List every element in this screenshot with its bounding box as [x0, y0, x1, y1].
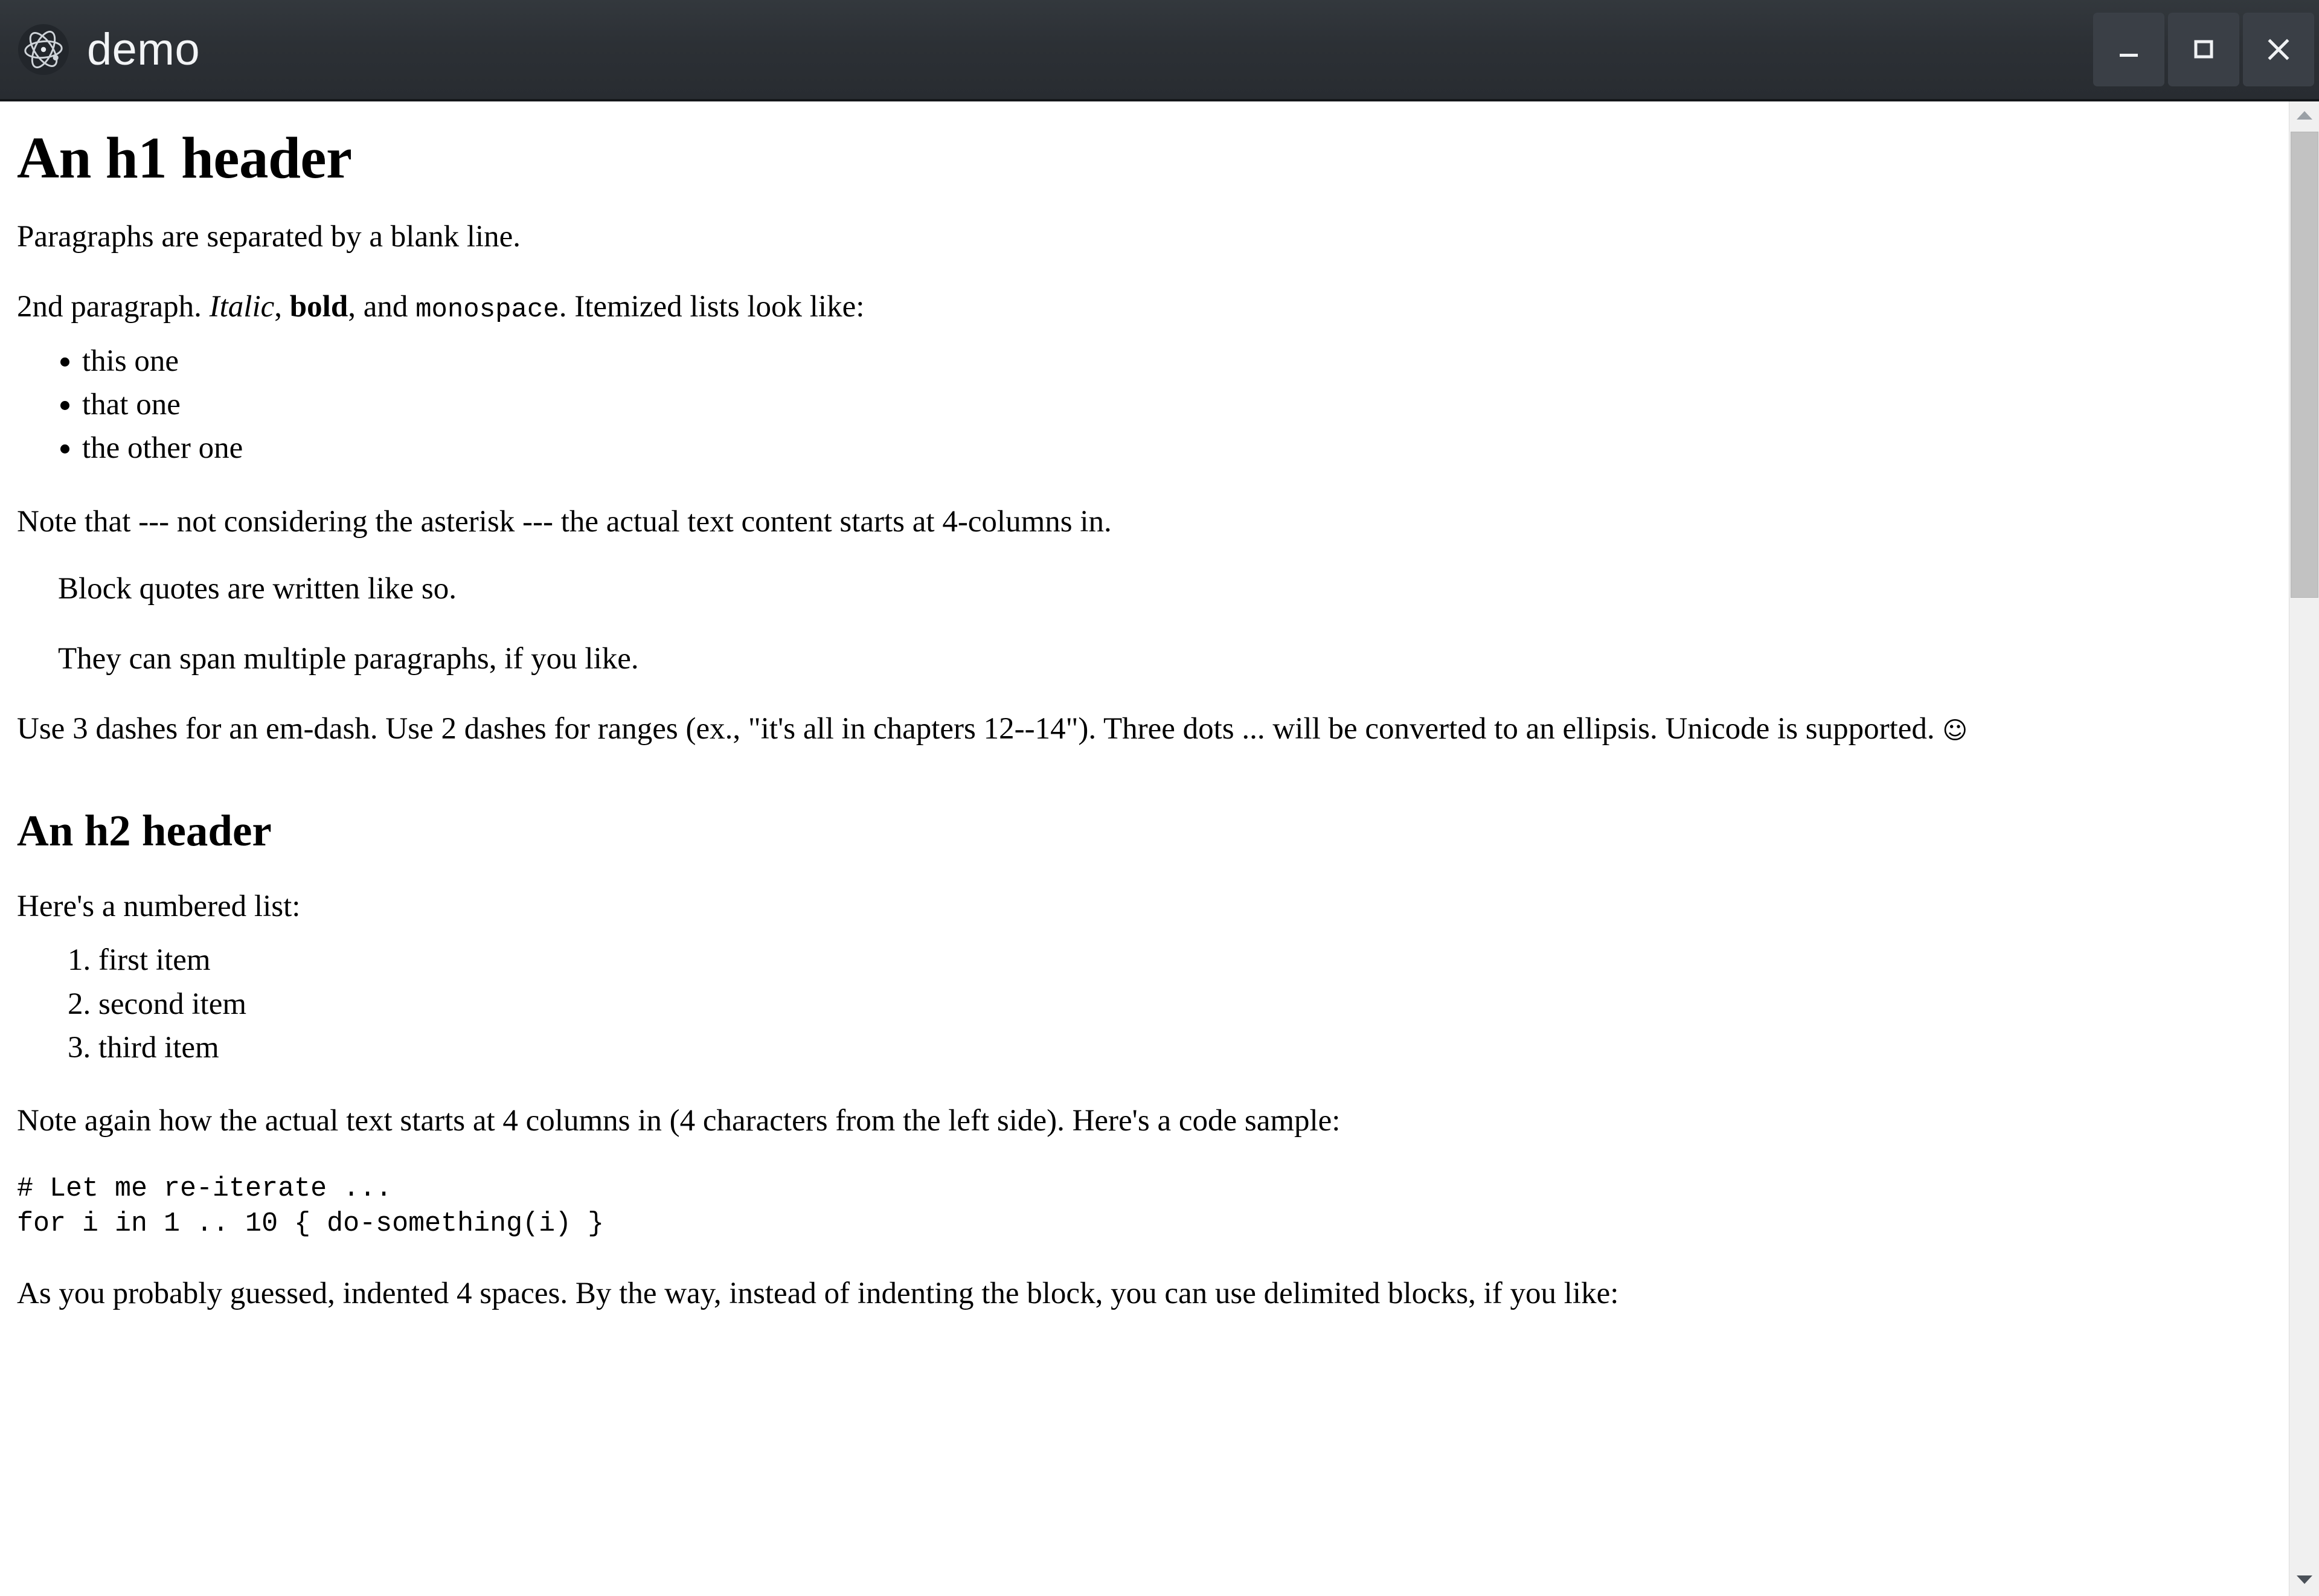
paragraph-2-tail: . Itemized lists look like:	[559, 289, 865, 324]
numbered-list: first item second item third item	[17, 938, 2289, 1069]
paragraph-2-mid2: , and	[348, 289, 416, 324]
bold-text: bold	[289, 289, 348, 324]
heading-h2: An h2 header	[17, 806, 272, 855]
list-item: the other one	[82, 426, 2289, 470]
paragraph-3: Note that --- not considering the asteri…	[17, 504, 1112, 539]
italic-text: Italic	[209, 289, 275, 324]
scroll-up-button[interactable]	[2289, 101, 2319, 132]
paragraph-4-text: Use 3 dashes for an em-dash. Use 2 dashe…	[17, 712, 1943, 746]
window-controls	[2090, 0, 2319, 99]
scroll-down-button[interactable]	[2289, 1566, 2319, 1596]
scrollbar-track[interactable]	[2289, 132, 2319, 1566]
bullet-list: this one that one the other one	[17, 339, 2289, 470]
paragraph-2-lead: 2nd paragraph.	[17, 289, 210, 324]
chevron-up-icon	[2295, 110, 2314, 124]
paragraph-6: Note again how the actual text starts at…	[17, 1104, 1341, 1138]
paragraph-4: Use 3 dashes for an em-dash. Use 2 dashe…	[17, 711, 2289, 748]
minimize-button[interactable]	[2093, 13, 2164, 86]
list-item: that one	[82, 383, 2289, 426]
chevron-down-icon	[2295, 1574, 2314, 1588]
maximize-button[interactable]	[2168, 13, 2239, 86]
paragraph-2: 2nd paragraph. Italic, bold, and monospa…	[17, 289, 2289, 326]
window-title: demo	[87, 24, 200, 74]
code-block: # Let me re-iterate ... for i in 1 .. 10…	[17, 1173, 605, 1240]
list-item: first item	[98, 938, 2289, 982]
heading-h1: An h1 header	[17, 126, 352, 190]
paragraph-7: As you probably guessed, indented 4 spac…	[17, 1276, 1619, 1310]
vertical-scrollbar[interactable]	[2289, 101, 2319, 1596]
smiley-icon: ☺	[1942, 717, 1968, 745]
title-bar[interactable]: demo	[0, 0, 2319, 101]
markdown-document: An h1 header Paragraphs are separated by…	[0, 101, 2289, 1596]
paragraph-5: Here's a numbered list:	[17, 889, 301, 923]
list-item: this one	[82, 339, 2289, 383]
list-item: third item	[98, 1026, 2289, 1069]
paragraph-2-mid1: ,	[274, 289, 290, 324]
block-quote: Block quotes are written like so. They c…	[17, 571, 2289, 678]
scrollbar-thumb[interactable]	[2290, 132, 2318, 598]
block-quote-paragraph: They can span multiple paragraphs, if yo…	[58, 642, 639, 676]
close-button[interactable]	[2243, 13, 2314, 86]
content-area: An h1 header Paragraphs are separated by…	[0, 101, 2319, 1596]
paragraph-1: Paragraphs are separated by a blank line…	[17, 219, 521, 254]
list-item: second item	[98, 982, 2289, 1026]
inline-code: monospace	[415, 294, 559, 325]
atom-icon	[18, 24, 69, 75]
block-quote-paragraph: Block quotes are written like so.	[58, 572, 457, 606]
app-window: demo An h1 header Paragraphs are separat…	[0, 0, 2319, 1596]
